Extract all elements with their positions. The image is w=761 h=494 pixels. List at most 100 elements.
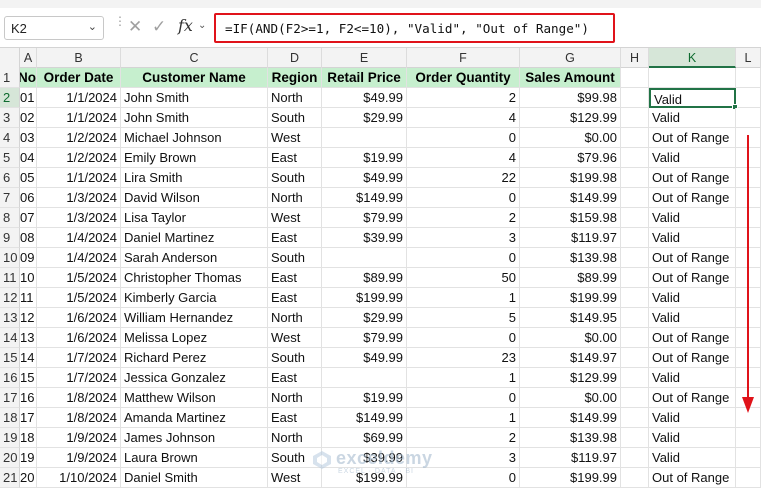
cell-k[interactable]: Valid bbox=[649, 208, 736, 228]
cell-e[interactable]: $199.99 bbox=[322, 288, 407, 308]
cell-e[interactable]: $19.99 bbox=[322, 388, 407, 408]
insert-function-icon[interactable]: fx bbox=[178, 16, 193, 35]
cell-k[interactable]: Out of Range bbox=[649, 168, 736, 188]
cell-l[interactable] bbox=[736, 448, 761, 468]
row-header[interactable]: 7 bbox=[0, 188, 20, 208]
cell-l[interactable] bbox=[736, 68, 761, 88]
cell-e[interactable]: $39.99 bbox=[322, 228, 407, 248]
cell-h[interactable] bbox=[621, 168, 649, 188]
cell-e[interactable]: $49.99 bbox=[322, 88, 407, 108]
cell-e[interactable]: $19.99 bbox=[322, 148, 407, 168]
column-header-l[interactable]: L bbox=[736, 48, 761, 68]
cell-h[interactable] bbox=[621, 368, 649, 388]
cell-a[interactable]: 02 bbox=[20, 108, 37, 128]
row-header[interactable]: 4 bbox=[0, 128, 20, 148]
cell-l[interactable] bbox=[736, 468, 761, 488]
cell-c[interactable]: Laura Brown bbox=[121, 448, 268, 468]
row-header[interactable]: 5 bbox=[0, 148, 20, 168]
cell-f[interactable]: 4 bbox=[407, 108, 520, 128]
cell-h[interactable] bbox=[621, 188, 649, 208]
drag-handle-icon[interactable]: ⋮ bbox=[114, 15, 126, 38]
cell-f[interactable]: 2 bbox=[407, 88, 520, 108]
cell-g[interactable]: $119.97 bbox=[520, 228, 621, 248]
cell-c[interactable]: John Smith bbox=[121, 88, 268, 108]
column-header-e[interactable]: E bbox=[322, 48, 407, 68]
row-header[interactable]: 15 bbox=[0, 348, 20, 368]
cell-b[interactable]: 1/5/2024 bbox=[37, 268, 121, 288]
cell-f[interactable]: 0 bbox=[407, 248, 520, 268]
cell-a[interactable]: 09 bbox=[20, 248, 37, 268]
chevron-down-icon[interactable]: ⌄ bbox=[198, 20, 206, 31]
cell-c[interactable]: Matthew Wilson bbox=[121, 388, 268, 408]
cell-k[interactable]: Out of Range bbox=[649, 468, 736, 488]
cell-b[interactable]: 1/6/2024 bbox=[37, 308, 121, 328]
cell-a[interactable]: 12 bbox=[20, 308, 37, 328]
cell-e[interactable] bbox=[322, 368, 407, 388]
cell-a[interactable]: 13 bbox=[20, 328, 37, 348]
chevron-down-icon[interactable]: ⌄ bbox=[88, 20, 97, 33]
cell-c[interactable]: Lira Smith bbox=[121, 168, 268, 188]
cell-d[interactable]: East bbox=[268, 228, 322, 248]
cell-h[interactable] bbox=[621, 128, 649, 148]
cell-k[interactable]: Valid bbox=[649, 108, 736, 128]
cell-k[interactable]: Out of Range bbox=[649, 328, 736, 348]
cell-b[interactable]: 1/7/2024 bbox=[37, 348, 121, 368]
cell-c[interactable]: James Johnson bbox=[121, 428, 268, 448]
cell-b[interactable]: 1/4/2024 bbox=[37, 248, 121, 268]
cell-d[interactable]: West bbox=[268, 328, 322, 348]
cell-c[interactable]: Jessica Gonzalez bbox=[121, 368, 268, 388]
row-header[interactable]: 16 bbox=[0, 368, 20, 388]
cell-c[interactable]: Amanda Martinez bbox=[121, 408, 268, 428]
cell-a[interactable]: 16 bbox=[20, 388, 37, 408]
cell-f[interactable]: Order Quantity bbox=[407, 68, 520, 88]
row-header[interactable]: 6 bbox=[0, 168, 20, 188]
cell-d[interactable]: North bbox=[268, 428, 322, 448]
row-header[interactable]: 14 bbox=[0, 328, 20, 348]
cell-b[interactable]: 1/8/2024 bbox=[37, 388, 121, 408]
cell-c[interactable]: Customer Name bbox=[121, 68, 268, 88]
cell-e[interactable] bbox=[322, 128, 407, 148]
cell-a[interactable]: 20 bbox=[20, 468, 37, 488]
cell-e[interactable]: Retail Price bbox=[322, 68, 407, 88]
cell-h[interactable] bbox=[621, 408, 649, 428]
cell-e[interactable]: $79.99 bbox=[322, 208, 407, 228]
cell-f[interactable]: 0 bbox=[407, 328, 520, 348]
cell-h[interactable] bbox=[621, 388, 649, 408]
cell-d[interactable]: North bbox=[268, 188, 322, 208]
cell-g[interactable]: $149.99 bbox=[520, 408, 621, 428]
cell-d[interactable]: North bbox=[268, 88, 322, 108]
cell-l[interactable] bbox=[736, 108, 761, 128]
cell-a[interactable]: 18 bbox=[20, 428, 37, 448]
cell-b[interactable]: 1/9/2024 bbox=[37, 448, 121, 468]
cell-f[interactable]: 0 bbox=[407, 128, 520, 148]
cell-g[interactable]: $199.99 bbox=[520, 468, 621, 488]
cell-h[interactable] bbox=[621, 468, 649, 488]
cell-a[interactable]: 06 bbox=[20, 188, 37, 208]
row-header[interactable]: 3 bbox=[0, 108, 20, 128]
cell-k[interactable]: Valid bbox=[649, 428, 736, 448]
cell-a[interactable]: 17 bbox=[20, 408, 37, 428]
cell-c[interactable]: William Hernandez bbox=[121, 308, 268, 328]
cell-c[interactable]: Richard Perez bbox=[121, 348, 268, 368]
cell-h[interactable] bbox=[621, 208, 649, 228]
cell-b[interactable]: 1/2/2024 bbox=[37, 128, 121, 148]
cell-d[interactable]: South bbox=[268, 108, 322, 128]
select-all-corner[interactable] bbox=[0, 48, 20, 68]
cell-d[interactable]: North bbox=[268, 308, 322, 328]
cell-f[interactable]: 1 bbox=[407, 288, 520, 308]
column-header-h[interactable]: H bbox=[621, 48, 649, 68]
column-header-k[interactable]: K bbox=[649, 48, 736, 68]
cell-h[interactable] bbox=[621, 348, 649, 368]
cell-e[interactable]: $29.99 bbox=[322, 108, 407, 128]
cell-f[interactable]: 3 bbox=[407, 228, 520, 248]
cell-f[interactable]: 50 bbox=[407, 268, 520, 288]
cell-c[interactable]: Lisa Taylor bbox=[121, 208, 268, 228]
cell-b[interactable]: 1/2/2024 bbox=[37, 148, 121, 168]
cell-d[interactable]: East bbox=[268, 148, 322, 168]
cell-k[interactable]: Valid bbox=[649, 288, 736, 308]
cell-a[interactable]: No bbox=[20, 68, 37, 88]
cell-g[interactable]: $119.97 bbox=[520, 448, 621, 468]
cell-d[interactable]: West bbox=[268, 128, 322, 148]
cell-k[interactable]: Valid bbox=[649, 308, 736, 328]
cell-h[interactable] bbox=[621, 108, 649, 128]
